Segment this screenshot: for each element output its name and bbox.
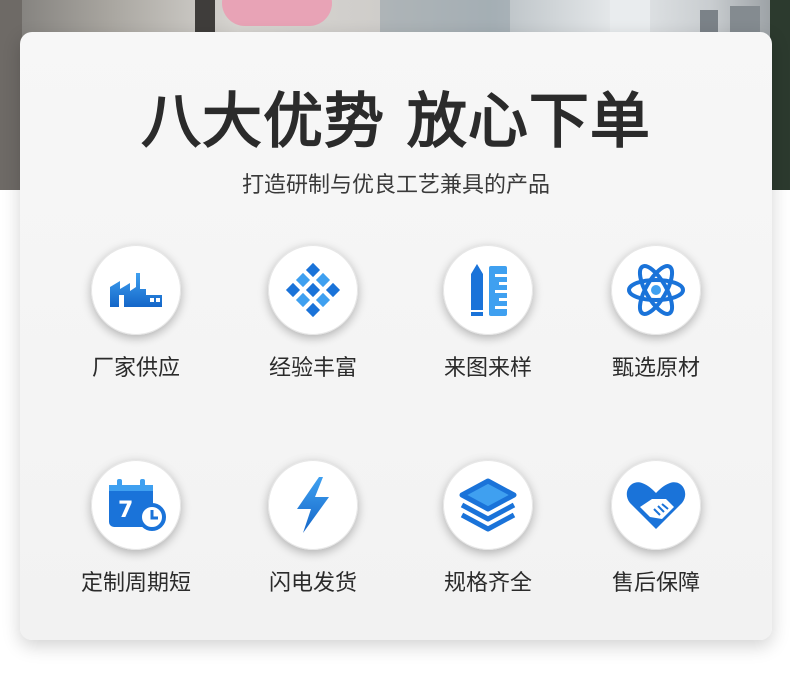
feature-label: 来图来样 — [443, 356, 532, 381]
factory-icon — [91, 245, 181, 335]
feature-label: 定制周期短 — [80, 571, 191, 596]
layers-icon — [443, 460, 533, 550]
feature-label: 闪电发货 — [268, 571, 357, 596]
diamond-grid-icon — [268, 245, 358, 335]
feature-label: 规格齐全 — [443, 571, 532, 596]
page-subtitle: 打造研制与优良工艺兼具的产品 — [241, 173, 550, 198]
lightning-icon — [268, 460, 358, 550]
feature-short-cycle: 7 定制周期短 — [46, 460, 226, 598]
feature-full-specs: 规格齐全 — [398, 460, 578, 598]
calendar-clock-icon: 7 — [91, 460, 181, 550]
handshake-heart-icon — [611, 460, 701, 550]
page-title: 八大优势 放心下单 — [141, 87, 651, 157]
feature-after-sales: 售后保障 — [566, 460, 746, 598]
feature-experience: 经验丰富 — [223, 245, 403, 383]
advantages-card: 八大优势 放心下单 打造研制与优良工艺兼具的产品 厂家供应 经验丰富 来图来样 … — [20, 32, 772, 640]
feature-label: 经验丰富 — [268, 356, 357, 381]
feature-materials: 甄选原材 — [566, 245, 746, 383]
feature-label: 售后保障 — [611, 571, 700, 596]
feature-factory: 厂家供应 — [46, 245, 226, 383]
calendar-day: 7 — [118, 498, 133, 523]
feature-custom-drawing: 来图来样 — [398, 245, 578, 383]
atom-icon — [611, 245, 701, 335]
feature-label: 甄选原材 — [611, 356, 700, 381]
ruler-pencil-icon — [443, 245, 533, 335]
feature-fast-shipping: 闪电发货 — [223, 460, 403, 598]
feature-label: 厂家供应 — [91, 356, 180, 381]
